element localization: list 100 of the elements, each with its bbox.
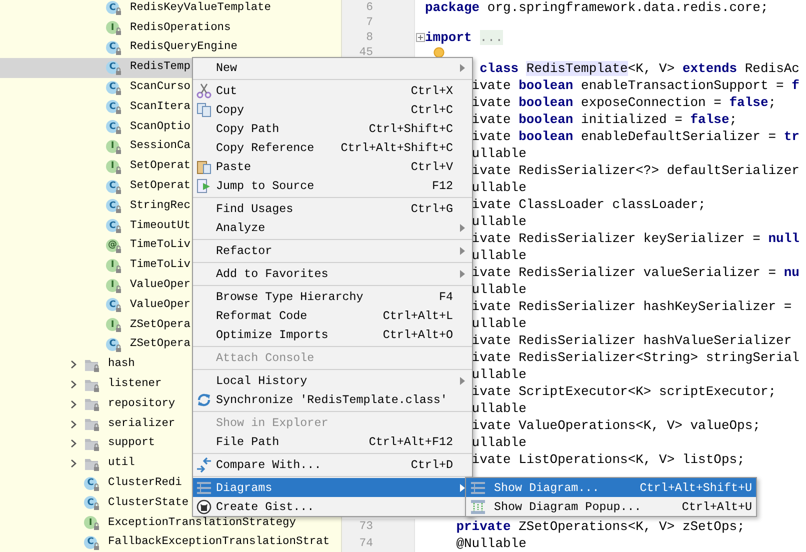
chevron-icon[interactable] [69, 459, 78, 468]
diagram-icon [196, 480, 212, 496]
menu-item[interactable]: Reformat Code Ctrl+Alt+L [193, 306, 472, 325]
code-line: ullable [472, 367, 526, 382]
tree-item-label: FallbackExceptionTranslationStrat [108, 537, 330, 548]
class-icon: C [106, 60, 122, 76]
code-line: import ... [425, 30, 504, 45]
menu-item[interactable]: Copy Ctrl+C [193, 100, 472, 119]
menu-item[interactable]: Synchronize 'RedisTemplate.class' [193, 390, 472, 409]
compare-icon [196, 456, 212, 472]
tree-item-label: StringRec [130, 200, 190, 212]
class-icon: C [106, 218, 122, 234]
tree-row[interactable]: C RedisQueryEngine [0, 38, 341, 58]
shortcut-text: Ctrl+V [410, 160, 453, 174]
shortcut-text: Ctrl+Alt+U [682, 500, 752, 514]
menu-item[interactable]: Browse Type Hierarchy F4 [193, 287, 472, 306]
shortcut-text: Ctrl+Alt+Shift+C [340, 140, 453, 154]
interface-icon: I [106, 20, 122, 36]
class-icon: C [106, 336, 122, 353]
tree-item-label: ScanCurso [130, 82, 190, 94]
shortcut-text: F12 [432, 178, 453, 192]
tree-item-label: RedisTemp [130, 62, 190, 74]
menu-item[interactable]: Copy Path Ctrl+Shift+C [193, 119, 472, 138]
tree-row[interactable]: C FallbackExceptionTranslationStrat [0, 533, 341, 552]
shortcut-text: Ctrl+Alt+L [382, 308, 453, 322]
code-line: ullable [472, 180, 526, 195]
code-line: ivate RedisSerializer hashKeySerializer = [472, 299, 792, 314]
tree-item-label: hash [108, 359, 135, 370]
shortcut-text: F4 [438, 290, 453, 304]
class-icon: C [106, 297, 122, 314]
code-line: ivate ScriptExecutor<K> scriptExecutor; [472, 384, 776, 399]
class-icon: C [106, 80, 122, 96]
tree-item-label: ClusterRedi [108, 478, 182, 490]
tree-item-label: listener [108, 379, 162, 390]
tree-row[interactable]: I ExceptionTranslationStrategy [0, 513, 341, 534]
interface-icon: I [84, 515, 100, 532]
code-line: ivate boolean initialized = false; [472, 112, 738, 127]
tree-item-label: ValueOper [130, 300, 190, 311]
line-number: 73 [359, 520, 373, 534]
menu-item[interactable]: Jump to Source F12 [193, 176, 472, 195]
shortcut-text: Ctrl+X [410, 84, 453, 98]
interface-icon: I [106, 258, 122, 274]
annotation-icon: @ [106, 238, 122, 254]
code-line: ullable [472, 401, 526, 416]
menu-item[interactable]: Copy Reference Ctrl+Alt+Shift+C [193, 138, 472, 157]
chevron-icon[interactable] [69, 420, 78, 429]
menu-item[interactable]: Add to Favorites [193, 264, 472, 283]
shortcut-text: Ctrl+G [410, 202, 453, 216]
code-line: ivate boolean enableDefaultSerializer = tr [472, 129, 800, 144]
code-line: package org.springframework.data.redis.core; [425, 0, 768, 15]
class-icon: C [106, 99, 122, 116]
interface-icon: I [106, 158, 122, 175]
folder-icon [84, 396, 100, 412]
tree-item-label: SetOperat [130, 161, 190, 172]
menu-item[interactable]: Analyze [193, 218, 472, 237]
tree-item-label: RedisQueryEngine [130, 42, 238, 54]
line-number: 6 [366, 1, 373, 14]
class-icon: C [106, 40, 122, 56]
chevron-icon[interactable] [69, 380, 78, 390]
sync-icon [196, 392, 212, 408]
tree-item-label: ValueOper [130, 280, 190, 292]
tree-item-label: SetOperat [130, 181, 190, 192]
menu-item[interactable]: Show Diagram... Ctrl+Alt+Shift+U [466, 478, 756, 497]
menu-item[interactable]: Cut Ctrl+X [193, 81, 472, 100]
code-line: ivate ListOperations<K, V> listOps; [472, 452, 745, 467]
line-number: 45 [359, 46, 373, 59]
interface-icon: I [106, 317, 122, 334]
tree-row[interactable]: I RedisOperations [0, 18, 341, 38]
class-icon: C [106, 198, 122, 214]
tree-item-label: ZSetOpera [130, 320, 190, 331]
menu-item[interactable]: Optimize Imports Ctrl+Alt+O [193, 325, 472, 344]
chevron-icon[interactable] [69, 439, 78, 448]
tree-item-label: TimeoutUt [130, 220, 190, 232]
tree-item-label: RedisKeyValueTemplate [130, 2, 271, 14]
chevron-icon[interactable] [69, 360, 78, 370]
line-number: 8 [366, 31, 373, 44]
class-icon: C [106, 119, 122, 136]
line-number: 74 [359, 537, 373, 550]
chevron-icon[interactable] [69, 400, 78, 409]
menu-item[interactable]: Refactor [193, 241, 472, 260]
menu-item[interactable]: Compare With... Ctrl+D [193, 455, 472, 474]
code-line: ivate ValueOperations<K, V> valueOps; [472, 418, 760, 433]
menu-item[interactable]: Local History [193, 371, 472, 390]
menu-item[interactable]: Paste Ctrl+V [193, 157, 472, 176]
menu-item[interactable]: Find Usages Ctrl+G [193, 199, 472, 218]
paste-icon [196, 158, 212, 174]
code-line: ivate RedisSerializer<?> defaultSerializer [472, 163, 800, 178]
code-line: ullable [472, 316, 526, 331]
code-line: ivate RedisSerializer hashValueSerializer [472, 333, 792, 348]
tree-item-label: repository [108, 398, 176, 410]
code-line: ullable [472, 146, 526, 161]
diagram-popup-icon [470, 498, 486, 514]
tree-row[interactable]: C RedisKeyValueTemplate [0, 0, 341, 18]
code-line: ullable [472, 282, 526, 297]
code-line: class RedisTemplate<K, V> extends RedisAc [480, 61, 800, 76]
class-icon: C [106, 178, 122, 195]
tree-item-label: TimeToLiv [130, 240, 190, 252]
tree-item-label: TimeToLiv [130, 260, 190, 272]
menu-item[interactable]: File Path Ctrl+Alt+F12 [193, 432, 472, 451]
shortcut-text: Ctrl+Alt+Shift+U [640, 480, 752, 494]
